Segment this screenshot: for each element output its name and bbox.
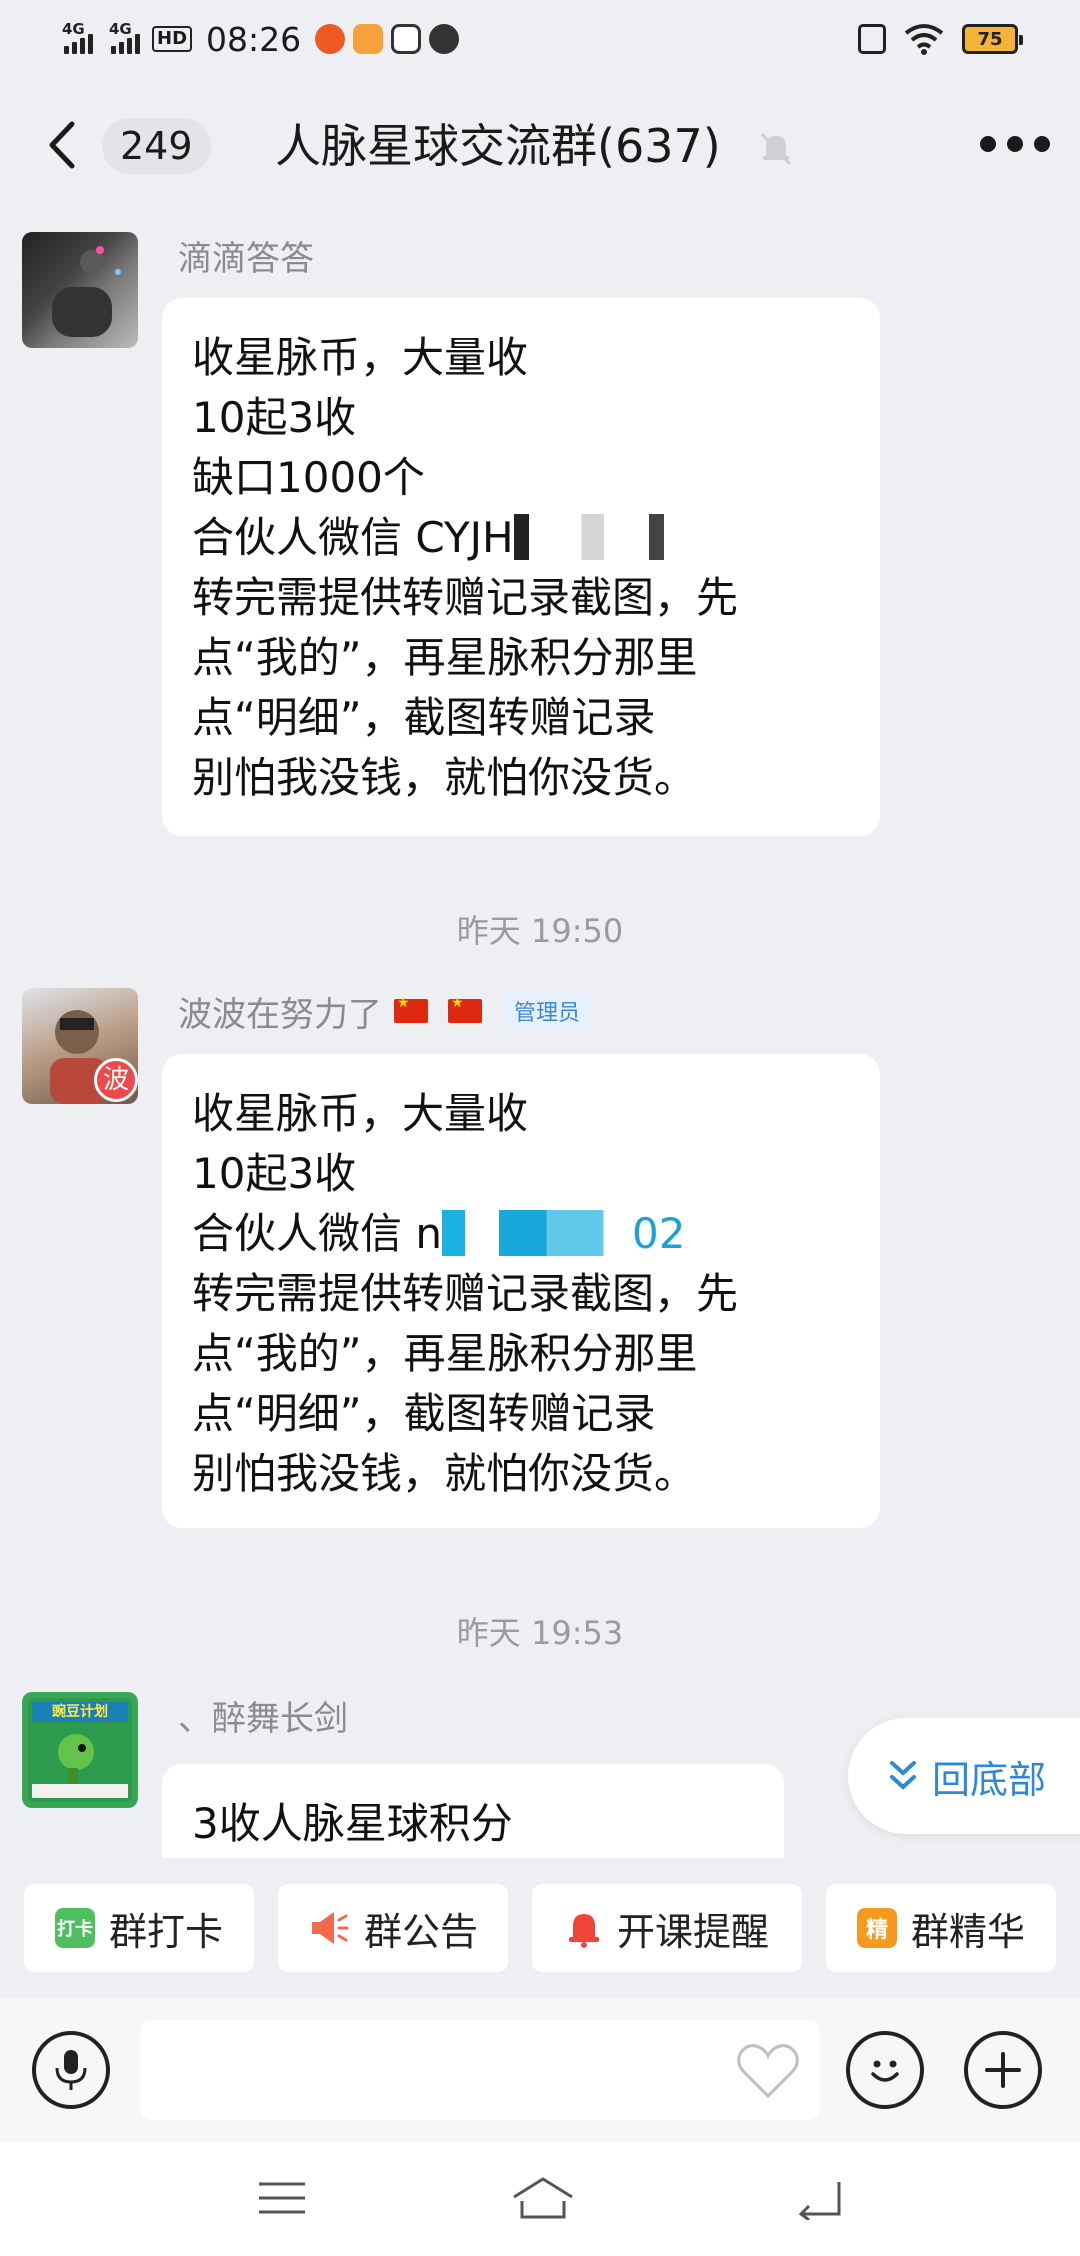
more-dot-icon bbox=[1007, 136, 1023, 152]
announcement-icon bbox=[311, 1912, 349, 1944]
china-flag-icon bbox=[448, 995, 482, 1023]
avatar[interactable]: 波 bbox=[22, 988, 138, 1104]
more-dot-icon bbox=[980, 136, 996, 152]
timestamp-divider: 昨天 19:50 bbox=[456, 912, 624, 950]
message-bubble[interactable]: 收星脉币，大量收 10起3收 合伙人微信 n 02 转完需提供转赠记录截图，先 点… bbox=[162, 1054, 880, 1528]
app-notification-icon bbox=[315, 24, 346, 54]
checkin-icon: 打卡 bbox=[54, 1908, 95, 1948]
menu-button[interactable] bbox=[252, 2172, 312, 2224]
microphone-icon bbox=[55, 2050, 87, 2090]
iqiyi-icon bbox=[391, 24, 422, 54]
return-icon bbox=[798, 2182, 841, 2220]
quick-actions-bar: 打卡 群打卡 群公告 开课提醒 精 群精华 bbox=[0, 1858, 1080, 1998]
more-options-button[interactable] bbox=[980, 136, 1050, 160]
back-button[interactable] bbox=[40, 120, 84, 170]
home-icon bbox=[513, 2177, 573, 2219]
wifi-icon bbox=[904, 24, 944, 55]
plus-icon bbox=[985, 2052, 1021, 2088]
announcement-button[interactable]: 群公告 bbox=[278, 1884, 508, 1972]
china-flag-icon bbox=[394, 995, 428, 1023]
battery-icon: 75 bbox=[962, 24, 1023, 54]
menu-icon bbox=[259, 2182, 305, 2214]
message-bubble[interactable]: 收星脉币，大量收 10起3收 缺口1000个 合伙人微信 CYJH 转完需提供转… bbox=[162, 298, 880, 836]
mute-bell-icon bbox=[760, 132, 792, 166]
unread-count-badge[interactable]: 249 bbox=[102, 118, 211, 174]
status-bar: 4G 4G HD 08:26 75 bbox=[0, 0, 1080, 78]
sender-name: 滴滴答答 bbox=[178, 238, 314, 279]
voice-button[interactable] bbox=[32, 2031, 110, 2109]
sender-name: 、醉舞长剑 bbox=[178, 1698, 348, 1739]
avatar[interactable] bbox=[22, 232, 138, 348]
player-icon bbox=[429, 24, 460, 54]
page-title: 人脉星球交流群(637) bbox=[275, 119, 721, 173]
message-input[interactable] bbox=[140, 2020, 820, 2120]
input-bar bbox=[0, 1998, 1080, 2142]
home-button[interactable] bbox=[508, 2172, 578, 2224]
timestamp-divider: 昨天 19:53 bbox=[456, 1614, 624, 1652]
class-reminder-button[interactable]: 开课提醒 bbox=[532, 1884, 802, 1972]
redacted-text bbox=[513, 514, 664, 560]
jump-to-bottom-button[interactable]: 回底部 bbox=[848, 1718, 1080, 1834]
checkin-button[interactable]: 打卡 群打卡 bbox=[24, 1884, 254, 1972]
essence-button[interactable]: 精 群精华 bbox=[826, 1884, 1056, 1972]
avatar[interactable]: 豌豆计划 bbox=[22, 1692, 138, 1808]
clock: 08:26 bbox=[206, 19, 302, 59]
sender-name: 波波在努力了 管理员 bbox=[178, 988, 591, 1035]
signal-icon: 4G bbox=[62, 20, 93, 54]
admin-badge: 管理员 bbox=[504, 991, 591, 1031]
emoji-button[interactable] bbox=[846, 2031, 924, 2109]
chat-header: 249 人脉星球交流群(637) bbox=[0, 78, 1080, 208]
heart-icon[interactable] bbox=[736, 2042, 800, 2100]
message-bubble[interactable]: 3收人脉星球积分 bbox=[162, 1764, 784, 1858]
add-button[interactable] bbox=[964, 2031, 1042, 2109]
vibrate-icon bbox=[858, 24, 886, 54]
double-chevron-down-icon bbox=[890, 1761, 916, 1790]
avatar-caption: 豌豆计划 bbox=[52, 1704, 108, 1720]
system-nav-bar bbox=[0, 2142, 1080, 2256]
chat-messages[interactable]: 滴滴答答 收星脉币，大量收 10起3收 缺口1000个 合伙人微信 CYJH 转… bbox=[0, 208, 1080, 1858]
signal-icon-2: 4G bbox=[109, 20, 140, 54]
avatar-badge: 波 bbox=[94, 1058, 138, 1102]
smiley-icon bbox=[871, 2060, 899, 2082]
back-nav-button[interactable] bbox=[790, 2172, 850, 2224]
bell-icon bbox=[568, 1914, 599, 1948]
hd-icon: HD bbox=[152, 26, 193, 52]
essence-icon: 精 bbox=[856, 1908, 897, 1948]
more-dot-icon bbox=[1034, 136, 1050, 152]
redacted-text bbox=[441, 1210, 632, 1256]
chevron-left-icon bbox=[49, 121, 75, 169]
video-app-icon bbox=[353, 24, 384, 54]
avatar-image bbox=[52, 246, 121, 337]
